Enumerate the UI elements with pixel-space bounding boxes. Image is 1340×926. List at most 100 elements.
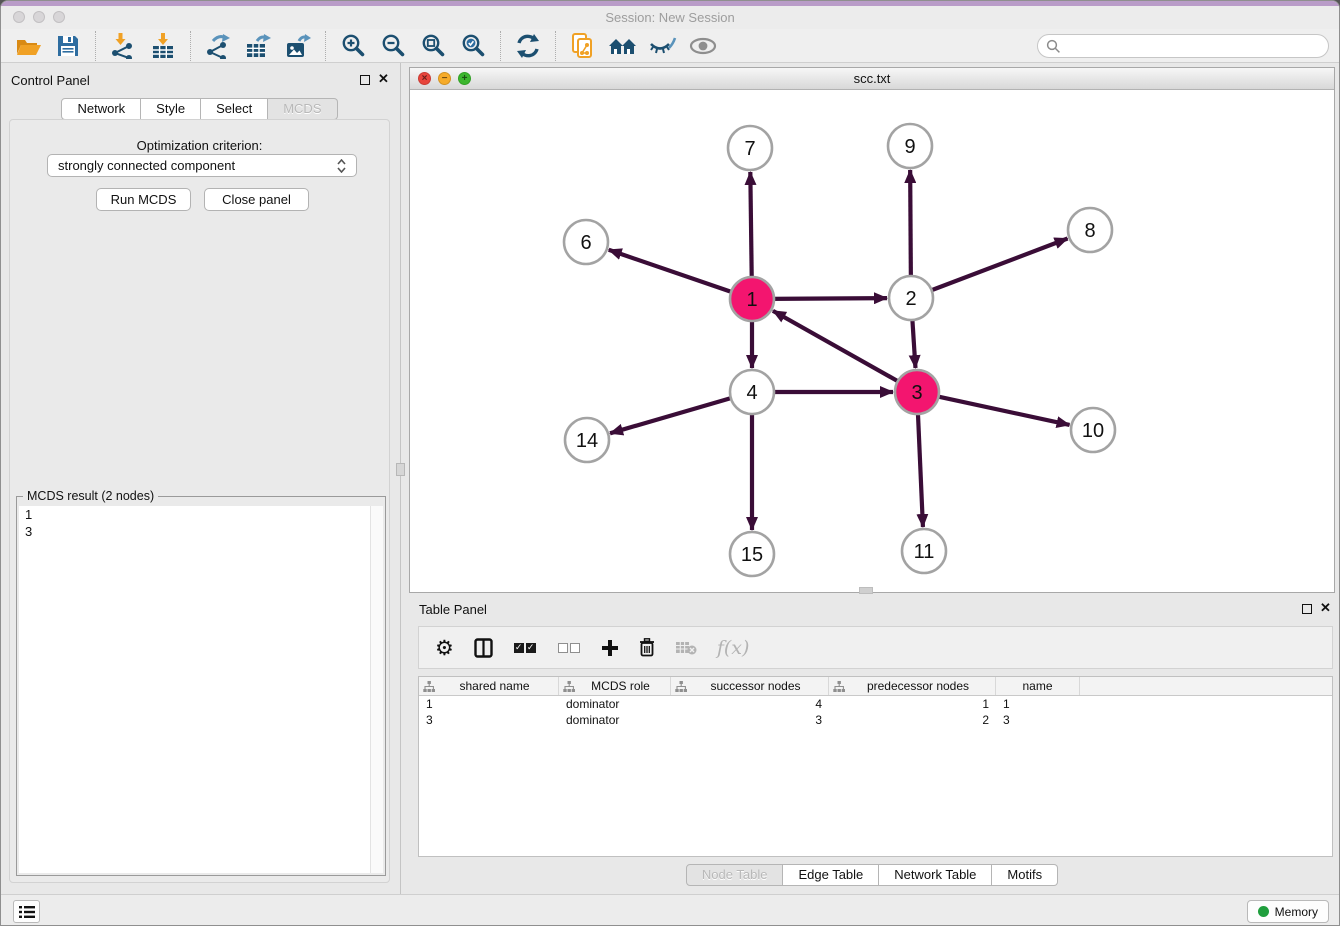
task-history-button[interactable] — [13, 900, 40, 923]
control-panel: Control Panel ✕ Network Style Select MCD… — [1, 67, 398, 887]
delete-column-button[interactable] — [639, 638, 655, 657]
shared-column-icon — [833, 681, 845, 692]
table-cell[interactable]: 4 — [671, 696, 829, 712]
graph-edge-2-8[interactable] — [928, 239, 1068, 292]
horizontal-divider-grip[interactable] — [859, 587, 873, 594]
graph-edge-2-9[interactable] — [910, 170, 911, 280]
close-panel-icon[interactable]: ✕ — [378, 71, 389, 87]
shared-column-icon — [423, 681, 435, 692]
export-image-button[interactable] — [278, 31, 318, 61]
memory-button[interactable]: Memory — [1247, 900, 1329, 923]
tab-style[interactable]: Style — [141, 98, 201, 120]
mcds-panel-content: Optimization criterion: strongly connect… — [9, 119, 390, 883]
open-file-icon — [15, 33, 41, 59]
network-window-titlebar[interactable]: × − + scc.txt — [410, 68, 1334, 90]
apply-layout-button[interactable] — [508, 31, 548, 61]
graph-node-label: 6 — [580, 232, 591, 254]
table-cell[interactable]: 3 — [671, 712, 829, 728]
select-all-button[interactable] — [513, 643, 537, 653]
function-builder-button[interactable]: f(x) — [717, 637, 750, 659]
graph-edge-3-1[interactable] — [773, 311, 901, 383]
zoom-out-icon — [380, 33, 406, 59]
table-cell[interactable]: 3 — [996, 712, 1080, 728]
graph-node-label: 2 — [905, 288, 916, 310]
delete-table-icon — [675, 640, 697, 656]
tab-edge-table[interactable]: Edge Table — [783, 864, 879, 886]
search-icon — [1046, 39, 1061, 54]
deselect-all-button[interactable] — [557, 643, 581, 653]
network-canvas-svg[interactable]: 1234678910111415 — [410, 90, 1334, 593]
tab-motifs[interactable]: Motifs — [992, 864, 1058, 886]
column-settings-button[interactable]: ⚙ — [435, 638, 454, 658]
table-close-icon[interactable]: ✕ — [1320, 600, 1331, 616]
graph-edge-2-3[interactable] — [912, 316, 915, 368]
table-cell[interactable]: 1 — [996, 696, 1080, 712]
graph-edge-1-6[interactable] — [609, 250, 735, 293]
graph-edge-1-2[interactable] — [770, 298, 887, 299]
table-cell[interactable]: dominator — [559, 712, 671, 728]
graph-edge-1-7[interactable] — [750, 172, 751, 281]
open-file-button[interactable] — [8, 31, 48, 61]
table-row[interactable]: 3dominator323 — [419, 712, 1332, 728]
result-scrollbar[interactable] — [370, 506, 383, 873]
table-cell[interactable]: 2 — [829, 712, 996, 728]
apply-layout-icon — [515, 33, 541, 59]
graph-edge-4-14[interactable] — [610, 397, 735, 433]
export-table-button[interactable] — [238, 31, 278, 61]
save-session-button[interactable] — [48, 31, 88, 61]
graph-node-label: 9 — [904, 136, 915, 158]
table-row[interactable]: 1dominator411 — [419, 696, 1332, 712]
run-mcds-button[interactable]: Run MCDS — [96, 188, 191, 211]
add-column-button[interactable] — [601, 639, 619, 657]
zoom-fit-icon — [420, 33, 446, 59]
column-header-name[interactable]: name — [996, 677, 1080, 695]
delete-table-button[interactable] — [675, 640, 697, 656]
panel-divider-grip[interactable] — [396, 463, 405, 476]
tab-network-table[interactable]: Network Table — [879, 864, 992, 886]
table-cell[interactable]: 1 — [419, 696, 559, 712]
column-header-predecessor-nodes[interactable]: predecessor nodes — [829, 677, 996, 695]
tab-select[interactable]: Select — [201, 98, 268, 120]
application-window: Session: New Session — [0, 0, 1340, 926]
graph-edge-3-10[interactable] — [935, 396, 1070, 425]
show-all-button[interactable] — [683, 31, 723, 61]
result-line: 1 — [19, 506, 383, 523]
zoom-in-button[interactable] — [333, 31, 373, 61]
table-cell[interactable]: 1 — [829, 696, 996, 712]
column-header-shared-name[interactable]: shared name — [419, 677, 559, 695]
zoom-fit-button[interactable] — [413, 31, 453, 61]
search-input[interactable] — [1037, 34, 1329, 58]
column-header-successor-nodes[interactable]: successor nodes — [671, 677, 829, 695]
tab-mcds[interactable]: MCDS — [268, 98, 337, 120]
zoom-selected-button[interactable] — [453, 31, 493, 61]
criterion-dropdown[interactable]: strongly connected component — [47, 154, 357, 177]
gear-icon: ⚙ — [435, 638, 454, 658]
table-cell[interactable]: dominator — [559, 696, 671, 712]
clone-network-button[interactable] — [563, 31, 603, 61]
export-network-button[interactable] — [198, 31, 238, 61]
close-panel-button[interactable]: Close panel — [204, 188, 309, 211]
table-cell[interactable]: 3 — [419, 712, 559, 728]
import-network-button[interactable] — [103, 31, 143, 61]
mcds-result-list[interactable]: 13 — [19, 506, 383, 873]
split-panel-button[interactable] — [474, 638, 493, 658]
network-view-window: × − + scc.txt 1234678910111415 — [409, 67, 1335, 593]
tab-network[interactable]: Network — [61, 98, 141, 120]
first-neighbors-button[interactable] — [603, 31, 643, 61]
table-panel-title: Table Panel — [419, 602, 487, 617]
tab-node-table[interactable]: Node Table — [686, 864, 784, 886]
panel-divider — [400, 63, 401, 894]
graph-edge-3-11[interactable] — [918, 410, 923, 527]
hide-selected-icon — [649, 34, 677, 58]
shared-column-icon — [675, 681, 687, 692]
import-table-icon — [150, 33, 176, 59]
column-header-MCDS-role[interactable]: MCDS role — [559, 677, 671, 695]
import-table-button[interactable] — [143, 31, 183, 61]
float-panel-icon[interactable] — [360, 75, 370, 85]
result-line: 3 — [19, 523, 383, 540]
optimization-criterion-label: Optimization criterion: — [10, 138, 389, 153]
graph-node-label: 15 — [741, 544, 763, 566]
table-float-icon[interactable] — [1302, 604, 1312, 614]
hide-selected-button[interactable] — [643, 31, 683, 61]
zoom-out-button[interactable] — [373, 31, 413, 61]
